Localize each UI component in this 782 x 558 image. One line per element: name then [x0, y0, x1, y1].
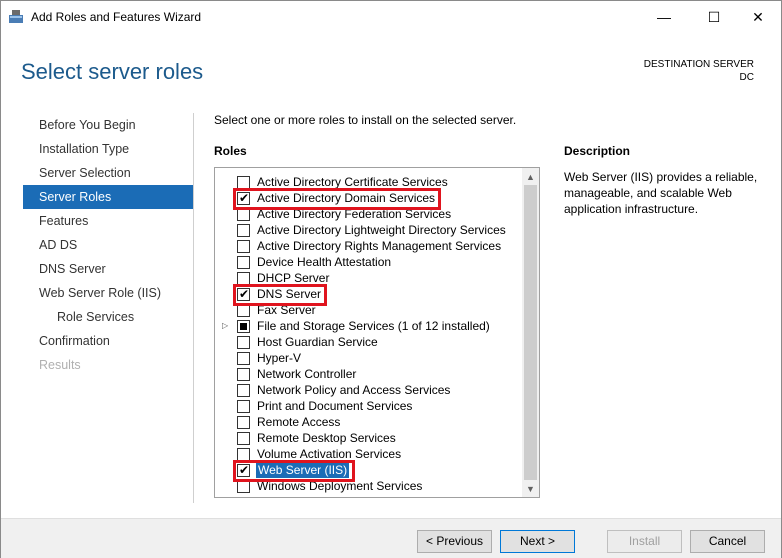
nav-item-role-services[interactable]: Role Services: [23, 305, 193, 329]
roles-label: Roles: [214, 144, 247, 158]
role-label[interactable]: Host Guardian Service: [257, 334, 378, 350]
minimize-icon: —: [657, 9, 671, 25]
roles-list-items: Active Directory Certificate ServicesAct…: [215, 174, 521, 494]
cancel-button[interactable]: Cancel: [690, 530, 765, 553]
role-checkbox[interactable]: [237, 368, 250, 381]
nav-item-before-you-begin[interactable]: Before You Begin: [23, 113, 193, 137]
role-label[interactable]: Print and Document Services: [257, 398, 412, 414]
role-item[interactable]: Host Guardian Service: [215, 334, 521, 350]
description-text: Web Server (IIS) provides a reliable, ma…: [564, 170, 758, 216]
role-label[interactable]: Remote Desktop Services: [257, 430, 396, 446]
role-item[interactable]: Network Policy and Access Services: [215, 382, 521, 398]
minimize-button[interactable]: —: [641, 1, 687, 33]
role-checkbox[interactable]: [237, 240, 250, 253]
role-item[interactable]: Print and Document Services: [215, 398, 521, 414]
destination-server: DESTINATION SERVER DC: [644, 58, 754, 84]
nav-item-features[interactable]: Features: [23, 209, 193, 233]
role-item[interactable]: Device Health Attestation: [215, 254, 521, 270]
instruction-text: Select one or more roles to install on t…: [214, 113, 517, 127]
role-checkbox[interactable]: [237, 416, 250, 429]
nav-item-web-server-role-iis[interactable]: Web Server Role (IIS): [23, 281, 193, 305]
role-item[interactable]: Active Directory Lightweight Directory S…: [215, 222, 521, 238]
role-item[interactable]: Remote Desktop Services: [215, 430, 521, 446]
previous-button[interactable]: < Previous: [417, 530, 492, 553]
maximize-button[interactable]: ☐: [691, 1, 737, 33]
nav-item-results: Results: [39, 358, 81, 372]
role-checkbox[interactable]: [237, 224, 250, 237]
expand-icon[interactable]: ▷: [222, 318, 232, 334]
highlight-box: [233, 188, 442, 210]
roles-list[interactable]: Active Directory Certificate ServicesAct…: [214, 167, 540, 498]
nav-divider: [193, 113, 194, 503]
nav-item-server-selection[interactable]: Server Selection: [23, 161, 193, 185]
next-button[interactable]: Next >: [500, 530, 575, 553]
server-manager-icon: [9, 10, 23, 23]
nav-item-server-roles[interactable]: Server Roles: [23, 185, 193, 209]
nav-item-installation-type[interactable]: Installation Type: [23, 137, 193, 161]
window-title: Add Roles and Features Wizard: [31, 10, 202, 24]
role-checkbox[interactable]: [237, 320, 250, 333]
role-checkbox[interactable]: [237, 336, 250, 349]
role-label[interactable]: Active Directory Rights Management Servi…: [257, 238, 501, 254]
role-checkbox[interactable]: [237, 384, 250, 397]
role-label[interactable]: Network Policy and Access Services: [257, 382, 450, 398]
role-checkbox[interactable]: [237, 352, 250, 365]
title-bar[interactable]: Add Roles and Features Wizard — ☐ ✕: [1, 1, 781, 33]
page-title: Select server roles: [21, 59, 204, 84]
wizard-nav: Before You Begin Installation Type Server …: [23, 113, 193, 377]
role-item[interactable]: Hyper-V: [215, 350, 521, 366]
close-icon: ✕: [752, 8, 764, 25]
role-label[interactable]: Device Health Attestation: [257, 254, 391, 270]
description-label: Description: [564, 144, 631, 158]
role-label[interactable]: Hyper-V: [257, 350, 301, 366]
destination-server-name: DC: [739, 72, 754, 83]
scroll-down-icon[interactable]: ▼: [522, 480, 539, 497]
nav-item-confirmation[interactable]: Confirmation: [23, 329, 193, 353]
role-label[interactable]: Remote Access: [257, 414, 340, 430]
roles-scrollbar[interactable]: ▲ ▼: [522, 168, 539, 497]
maximize-icon: ☐: [707, 8, 721, 25]
role-item[interactable]: Remote Access: [215, 414, 521, 430]
destination-label: DESTINATION SERVER: [643, 59, 754, 70]
install-button[interactable]: Install: [607, 530, 682, 553]
highlight-box: [233, 460, 356, 482]
role-item[interactable]: ▷ File and Storage Services (1 of 12 inst…: [215, 318, 521, 334]
highlight-box: [233, 284, 328, 306]
role-item[interactable]: Active Directory Rights Management Servi…: [215, 238, 521, 254]
role-checkbox[interactable]: [237, 400, 250, 413]
scroll-up-icon[interactable]: ▲: [522, 168, 539, 185]
nav-item-dns-server[interactable]: DNS Server: [23, 257, 193, 281]
role-item[interactable]: Network Controller: [215, 366, 521, 382]
nav-item-ad-ds[interactable]: AD DS: [23, 233, 193, 257]
role-checkbox[interactable]: [237, 432, 250, 445]
scroll-thumb[interactable]: [524, 185, 537, 480]
role-checkbox[interactable]: [237, 256, 250, 269]
role-label[interactable]: Network Controller: [257, 366, 356, 382]
role-label[interactable]: File and Storage Services (1 of 12 insta…: [257, 318, 490, 334]
footer-bar: < Previous Next > Install Cancel: [1, 518, 781, 558]
close-button[interactable]: ✕: [735, 1, 781, 33]
wizard-window: Add Roles and Features Wizard — ☐ ✕ Sele…: [0, 0, 782, 558]
role-label[interactable]: Active Directory Lightweight Directory S…: [257, 222, 506, 238]
